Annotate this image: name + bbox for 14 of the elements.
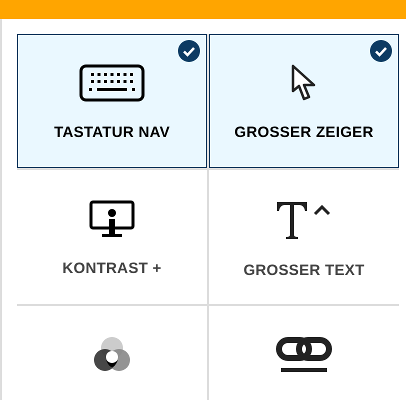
color-circles-icon bbox=[93, 336, 131, 374]
text-size-icon bbox=[275, 200, 333, 240]
option-tile[interactable] bbox=[17, 306, 207, 400]
keyboard-icon bbox=[79, 64, 145, 102]
option-tile[interactable]: GROSSER ZEIGER bbox=[209, 34, 399, 168]
option-tile[interactable]: TASTATUR NAV bbox=[17, 34, 207, 168]
check-icon bbox=[178, 40, 200, 62]
link-icon bbox=[275, 336, 333, 374]
check-icon bbox=[370, 40, 392, 62]
option-tile[interactable] bbox=[209, 306, 399, 400]
option-tile[interactable]: KONTRAST + bbox=[17, 170, 207, 304]
cursor-arrow-icon bbox=[290, 64, 318, 102]
monitor-icon bbox=[89, 200, 135, 238]
option-tile[interactable]: GROSSER TEXT bbox=[209, 170, 399, 304]
